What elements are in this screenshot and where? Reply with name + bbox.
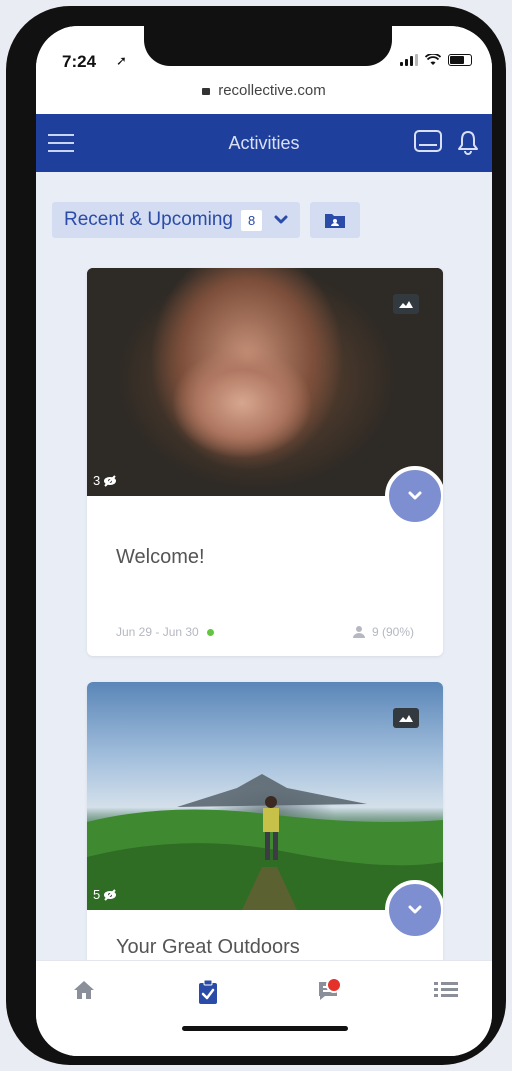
tab-messages[interactable]: [306, 977, 350, 1015]
inbox-icon[interactable]: [414, 130, 442, 152]
image-type-icon: [393, 294, 419, 314]
activity-card[interactable]: 3 Welcome! Jun 29 - Jun 30 9 (90%): [87, 268, 443, 656]
activity-dates: Jun 29 - Jun 30: [116, 625, 199, 639]
location-arrow-icon: ➚: [116, 53, 127, 68]
activity-filter-dropdown[interactable]: Recent & Upcoming 8: [52, 202, 301, 238]
status-time: 7:24: [62, 52, 97, 71]
lock-icon: [202, 88, 211, 95]
activity-image: 5: [87, 682, 443, 910]
chevron-down-icon: [274, 215, 288, 224]
url-text: recollective.com: [218, 82, 326, 99]
home-indicator[interactable]: [182, 1026, 348, 1031]
notification-dot: [326, 977, 342, 993]
activity-title[interactable]: Welcome!: [116, 546, 205, 569]
tab-home[interactable]: [62, 979, 106, 1015]
view-count: 5: [93, 887, 101, 902]
filter-bar: Recent & Upcoming 8: [52, 202, 361, 238]
list-icon: [434, 982, 458, 997]
notch: [144, 26, 392, 66]
bottom-tab-bar: [36, 960, 492, 1056]
expand-card-button[interactable]: [385, 466, 443, 526]
bell-icon[interactable]: [454, 128, 482, 156]
eye-slash-icon: [104, 888, 117, 901]
phone-frame: 7:24 ➚ recollective.com Activities Recen…: [6, 6, 506, 1065]
wifi-icon: [425, 54, 441, 65]
image-type-icon: [393, 708, 419, 728]
home-icon: [74, 981, 94, 999]
top-nav: Activities: [36, 114, 492, 172]
person-icon: [352, 626, 365, 638]
screen: 7:24 ➚ recollective.com Activities Recen…: [36, 26, 492, 1056]
filter-count-badge: 8: [240, 209, 263, 231]
view-count: 3: [93, 473, 101, 488]
folder-icon: [325, 214, 346, 228]
activity-image: 3: [87, 268, 443, 496]
tab-activities[interactable]: [186, 979, 230, 1015]
battery-icon: [448, 54, 472, 66]
folder-button[interactable]: [310, 202, 361, 238]
active-status-dot: [206, 629, 214, 636]
activities-icon: [199, 979, 217, 1004]
filter-label: Recent & Upcoming: [64, 209, 233, 230]
tab-list[interactable]: [424, 979, 468, 1015]
url-bar[interactable]: recollective.com: [36, 78, 492, 114]
cellular-signal-icon: [400, 54, 418, 66]
activity-title[interactable]: Your Great Outdoors: [116, 936, 300, 959]
expand-card-button[interactable]: [385, 880, 443, 940]
participant-count: 9 (90%): [371, 625, 414, 639]
eye-slash-icon: [104, 474, 117, 487]
chevron-down-icon: [408, 491, 422, 500]
activity-card[interactable]: 5 Your Great Outdoors: [87, 682, 443, 1002]
chevron-down-icon: [408, 905, 422, 914]
